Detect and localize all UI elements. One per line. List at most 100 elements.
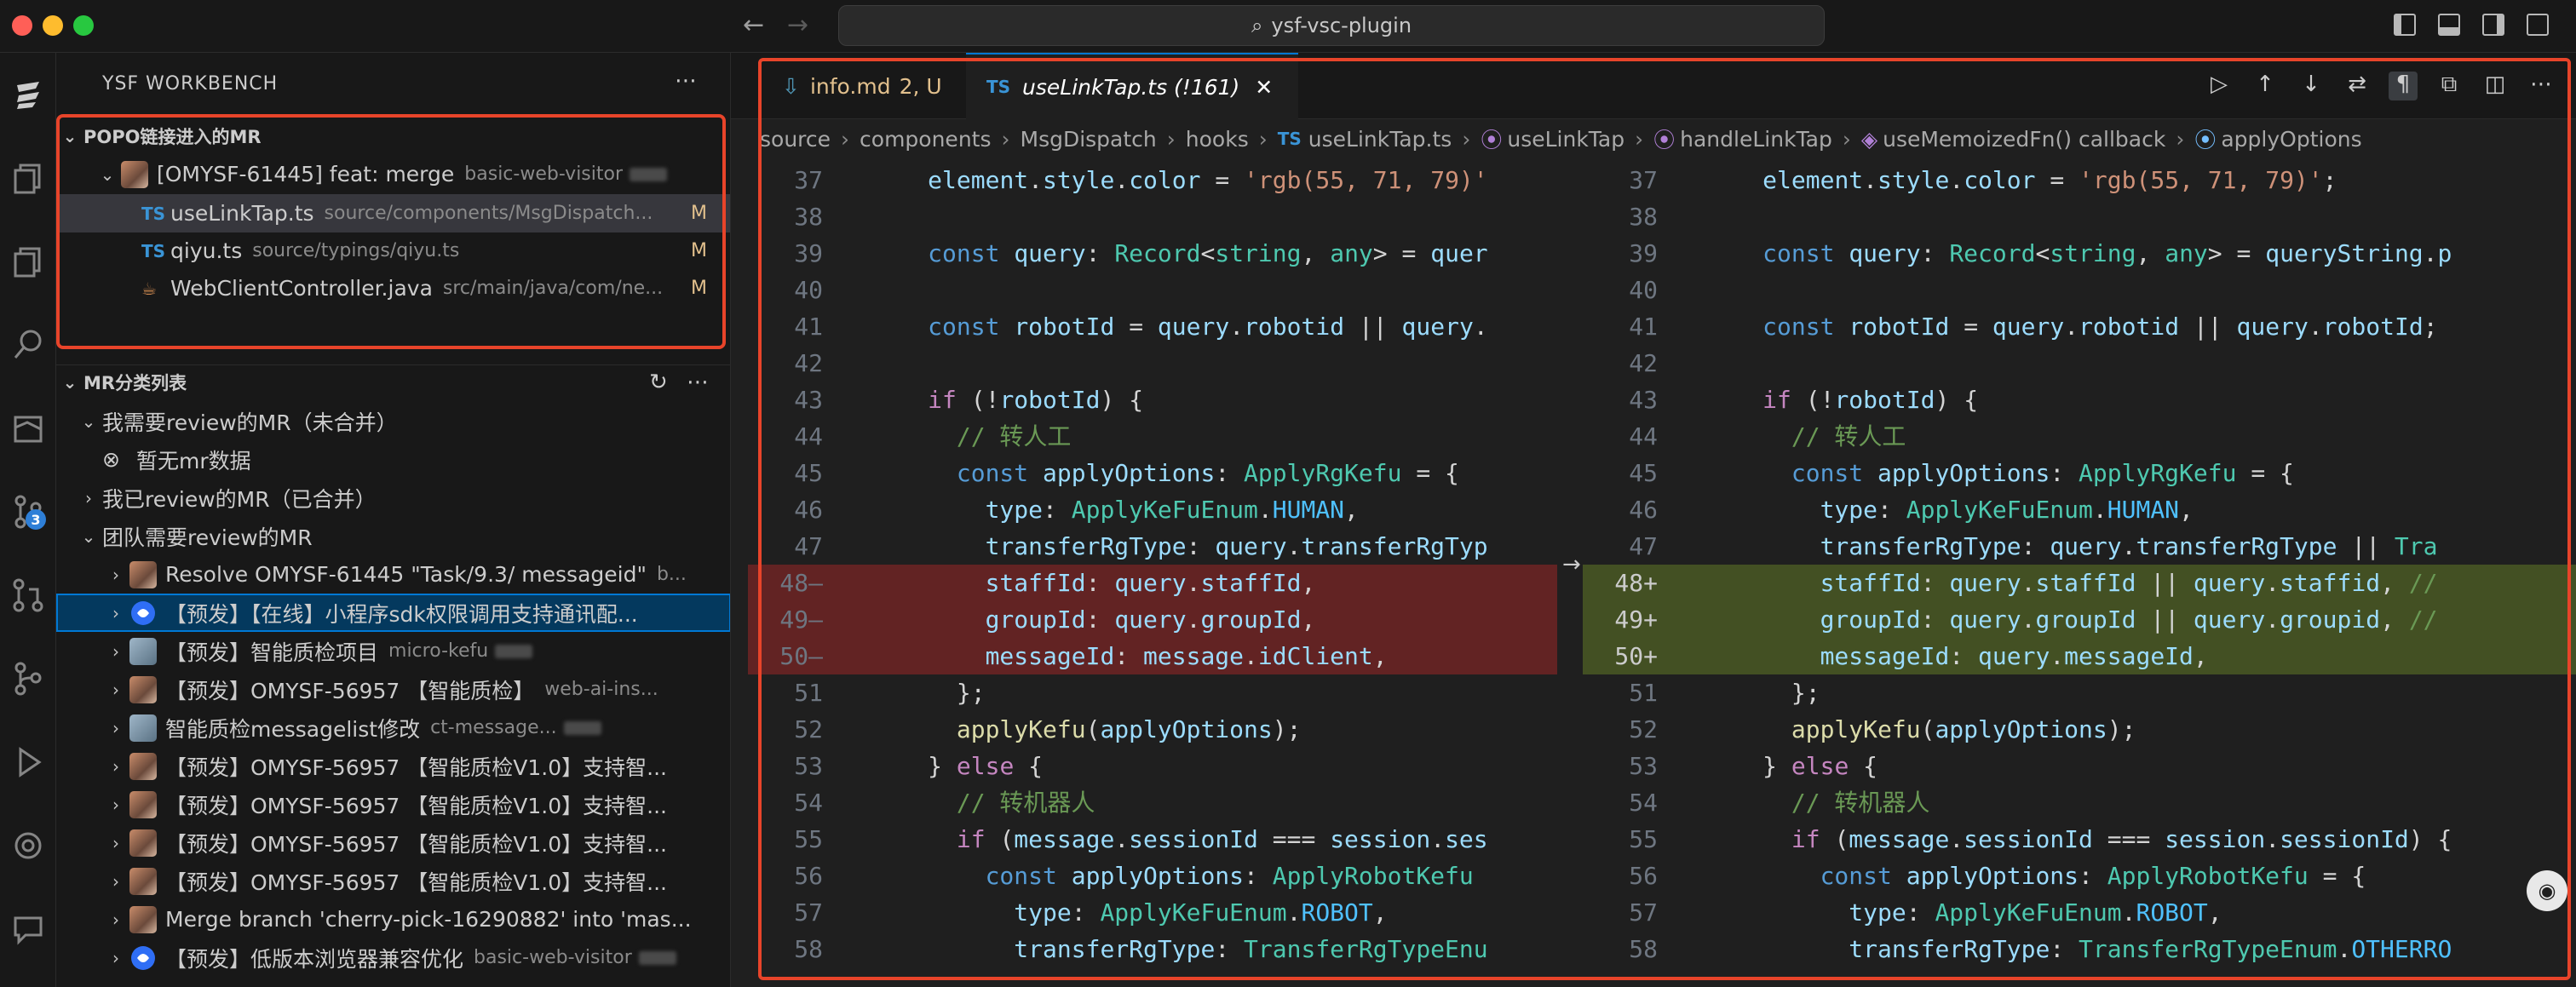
code-line[interactable]: 39 const query: Record<string, any> = qu… [1583, 235, 2576, 272]
code-line[interactable]: 49— groupId: query.groupId, [748, 601, 1557, 638]
code-line[interactable]: 53 } else { [1583, 748, 2576, 784]
code-line[interactable]: 46 type: ApplyKeFuEnum.HUMAN, [748, 491, 1557, 528]
tab-info-md[interactable]: ⇩ info.md 2, U [762, 53, 966, 119]
code-line[interactable]: 57 type: ApplyKeFuEnum.ROBOT, [748, 894, 1557, 931]
more-actions-icon[interactable]: ⋯ [687, 370, 709, 395]
code-line[interactable]: 55 if (message.sessionId === session.ses [748, 821, 1557, 858]
mr-section-header[interactable]: ⌄ MR分类列表 ↻ ⋯ [56, 364, 730, 399]
code-line[interactable]: 58 transferRgType: TransferRgTypeEnum.OT… [1583, 931, 2576, 967]
copilot-icon[interactable]: ◉ [2527, 870, 2567, 911]
code-line[interactable]: 55 if (message.sessionId === session.ses… [1583, 821, 2576, 858]
code-line[interactable]: 51 }; [748, 674, 1557, 711]
code-line[interactable]: 54 // 转机器人 [1583, 784, 2576, 821]
run-debug-icon[interactable] [10, 744, 46, 780]
explorer-icon[interactable] [10, 160, 46, 196]
breadcrumb-item[interactable]: useLinkTap [1507, 127, 1624, 152]
code-line[interactable]: 41 const robotId = query.robotid || quer… [748, 308, 1557, 345]
breadcrumb-item[interactable]: useLinkTap.ts [1308, 127, 1452, 152]
code-line[interactable]: 52 applyKefu(applyOptions); [1583, 711, 2576, 748]
back-arrow-icon[interactable]: ← [743, 10, 764, 40]
command-center-search[interactable]: ⌕ ysf-vsc-plugin [838, 5, 1825, 46]
code-line[interactable]: 37 element.style.color = 'rgb(55, 71, 79… [748, 162, 1557, 198]
mr-list-item[interactable]: › 【预发】OMYSF-56957 【智能质检V1.0】支持智... [56, 823, 730, 862]
close-window-button[interactable] [12, 15, 32, 36]
code-line[interactable]: 47 transferRgType: query.transferRgTyp [748, 528, 1557, 565]
previous-change-icon[interactable]: ↑ [2251, 72, 2280, 100]
next-change-icon[interactable]: ↓ [2297, 72, 2326, 100]
code-line[interactable]: 38 [1583, 198, 2576, 235]
breadcrumb-item[interactable]: hooks [1186, 127, 1249, 152]
mr-list-item[interactable]: › 【预发】低版本浏览器兼容优化 basic-web-visitor [56, 938, 730, 977]
code-line[interactable]: 54 // 转机器人 [748, 784, 1557, 821]
mr-list-item[interactable]: › 【预发】OMYSF-56957 【智能质检V1.0】支持智... [56, 747, 730, 785]
code-line[interactable]: 52 applyKefu(applyOptions); [748, 711, 1557, 748]
notebook-icon[interactable] [10, 410, 46, 446]
breadcrumb-item[interactable]: source [760, 127, 831, 152]
code-line[interactable]: 40 [748, 272, 1557, 308]
mr-list-item[interactable]: › Resolve OMYSF-61445 "Task/9.3/ message… [56, 555, 730, 594]
mr-list-item[interactable]: › 【预发】OMYSF-56957 【智能质检V1.0】支持智... [56, 785, 730, 823]
code-line[interactable]: 50+ messageId: query.messageId, [1583, 638, 2576, 674]
code-line[interactable]: 40 [1583, 272, 2576, 308]
zoom-window-button[interactable] [73, 15, 94, 36]
toggle-secondary-sidebar-icon[interactable] [2482, 14, 2504, 36]
breadcrumb-item[interactable]: MsgDispatch [1021, 127, 1157, 152]
split-editor-icon[interactable]: ◫ [2481, 72, 2510, 100]
code-line[interactable]: 42 [748, 345, 1557, 382]
search-icon[interactable] [10, 327, 46, 363]
mr-list-item[interactable]: › Merge branch 'cherry-pick-16290882' in… [56, 900, 730, 938]
show-whitespace-icon[interactable]: ¶ [2389, 72, 2418, 100]
code-line[interactable]: 43 if (!robotId) { [1583, 382, 2576, 418]
source-control-icon[interactable]: 3 [10, 494, 46, 530]
code-line[interactable]: 48+ staffId: query.staffId || query.staf… [1583, 565, 2576, 601]
code-line[interactable]: 38 [748, 198, 1557, 235]
close-icon[interactable]: ✕ [1255, 75, 1273, 100]
code-line[interactable]: 49+ groupId: query.groupId || query.grou… [1583, 601, 2576, 638]
pull-request-icon[interactable] [10, 577, 46, 613]
run-icon[interactable]: ▷ [2205, 72, 2234, 100]
file-item[interactable]: TS useLinkTap.ts source/components/MsgDi… [56, 194, 730, 232]
breadcrumb-item[interactable]: handleLinkTap [1680, 127, 1832, 152]
code-line[interactable]: 58 transferRgType: TransferRgTypeEnu [748, 931, 1557, 967]
mr-list-item[interactable]: › 【预发】【在线】小程序sdk权限调用支持通讯配... [56, 594, 730, 632]
code-line[interactable]: 48— staffId: query.staffId, [748, 565, 1557, 601]
code-line[interactable]: 42 [1583, 345, 2576, 382]
code-line[interactable]: 56 const applyOptions: ApplyRobotKefu = … [1583, 858, 2576, 894]
group-item[interactable]: ⌄ 团队需要review的MR [56, 517, 730, 555]
swap-diff-icon[interactable]: ⇄ [2343, 72, 2372, 100]
toggle-sidebar-icon[interactable] [2394, 14, 2416, 36]
more-actions-icon[interactable]: ⋯ [675, 68, 697, 94]
diff-original-pane[interactable]: 37 element.style.color = 'rgb(55, 71, 79… [748, 158, 1557, 987]
revert-arrow-icon[interactable]: → [1562, 552, 1581, 577]
file-item[interactable]: TS qiyu.ts source/typings/qiyu.ts M [56, 232, 730, 270]
code-line[interactable]: 46 type: ApplyKeFuEnum.HUMAN, [1583, 491, 2576, 528]
code-line[interactable]: 43 if (!robotId) { [748, 382, 1557, 418]
breadcrumb-item[interactable]: useMemoizedFn() callback [1883, 127, 2165, 152]
refresh-icon[interactable]: ↻ [649, 370, 668, 395]
mr-list-item[interactable]: › 智能质检messagelist修改 ct-message... [56, 709, 730, 747]
minimize-window-button[interactable] [43, 15, 63, 36]
comments-icon[interactable] [10, 911, 46, 947]
ysf-logo-icon[interactable] [10, 77, 46, 112]
code-line[interactable]: 56 const applyOptions: ApplyRobotKefu [748, 858, 1557, 894]
popo-section-header[interactable]: ⌄ POPO链接进入的MR [56, 119, 730, 153]
diff-modified-pane[interactable]: 37 element.style.color = 'rgb(55, 71, 79… [1583, 158, 2576, 987]
more-actions-icon[interactable]: ⋯ [2527, 72, 2556, 100]
open-preview-icon[interactable]: ⧉ [2435, 72, 2464, 100]
ai-assistant-icon[interactable] [10, 828, 46, 864]
mr-list-item[interactable]: › 【预发】智能质检项目 micro-kefu [56, 632, 730, 670]
code-line[interactable]: 39 const query: Record<string, any> = qu… [748, 235, 1557, 272]
file-item[interactable]: ☕ WebClientController.java src/main/java… [56, 269, 730, 307]
tab-uselinktap[interactable]: TS useLinkTap.ts (!161) ✕ [966, 53, 1298, 119]
code-line[interactable]: 57 type: ApplyKeFuEnum.ROBOT, [1583, 894, 2576, 931]
code-line[interactable]: 51 }; [1583, 674, 2576, 711]
toggle-panel-icon[interactable] [2438, 14, 2460, 36]
breadcrumb-item[interactable]: applyOptions [2221, 127, 2361, 152]
code-line[interactable]: 37 element.style.color = 'rgb(55, 71, 79… [1583, 162, 2576, 198]
code-line[interactable]: 45 const applyOptions: ApplyRgKefu = { [1583, 455, 2576, 491]
mr-list-item[interactable]: › 【预发】OMYSF-56957 【智能质检V1.0】支持智... [56, 862, 730, 900]
mr-list-item[interactable]: › 【预发】OMYSF-56957 【智能质检】 web-ai-ins... [56, 670, 730, 709]
explorer-alt-icon[interactable] [10, 244, 46, 279]
forward-arrow-icon[interactable]: → [787, 10, 808, 40]
branch-icon[interactable] [10, 661, 46, 697]
